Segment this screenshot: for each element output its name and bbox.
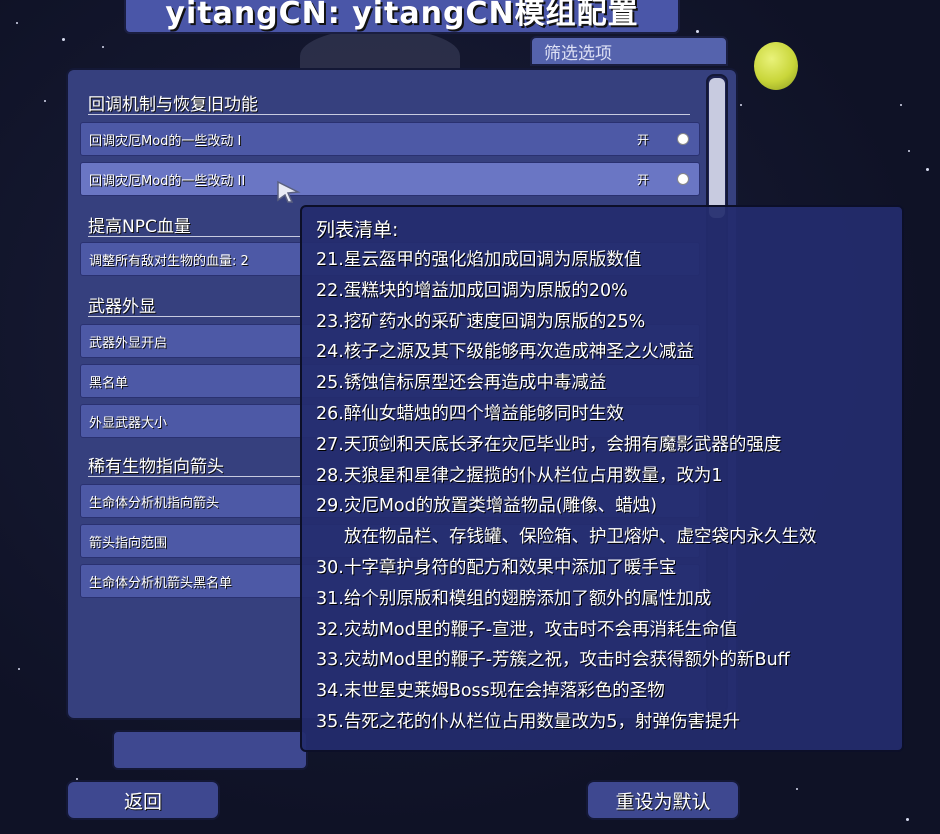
tooltip-panel: 列表清单: 21.星云盔甲的强化焰加成回调为原版数值 22.蛋糕块的增益加成回调… [300,205,904,752]
star [740,104,742,106]
back-button[interactable]: 返回 [66,780,220,820]
star [926,168,929,171]
star [16,22,18,24]
star [102,46,104,48]
star [796,788,798,790]
window-title: yitangCN: yitangCN模组配置 [165,0,639,31]
reset-default-button[interactable]: 重设为默认 [586,780,740,820]
tooltip-line: 25.锈蚀信标原型还会再造成中毒减益 [316,373,607,394]
option-label: 生命体分析机指向箭头 [89,495,220,511]
option-label: 外显武器大小 [89,415,168,431]
section-divider [88,476,300,477]
option-calamity-revert-2[interactable]: 回调灾厄Mod的一些改动 II 开 [80,162,700,196]
option-label: 武器外显开启 [89,335,168,351]
filter-options-label: 筛选选项 [544,43,612,64]
toggle-state-label: 开 [636,132,649,147]
option-label: 回调灾厄Mod的一些改动 II [89,173,246,189]
tooltip-line: 34.末世星史莱姆Boss现在会掉落彩色的圣物 [316,681,665,702]
tooltip-line: 28.天狼星和星律之握揽的仆从栏位占用数量，改为1 [316,465,723,486]
tooltip-line: 30.十字章护身符的配方和效果中添加了暖手宝 [316,557,677,578]
section-divider [88,316,300,317]
scrollbar-thumb[interactable] [709,78,725,218]
tooltip-line: 35.告死之花的仆从栏位占用数量改为5，射弹伤害提升 [316,711,740,732]
hidden-bottom-button[interactable] [112,730,308,770]
tooltip-line: 29.灾厄Mod的放置类增益物品(雕像、蜡烛) [316,496,657,517]
toggle-dot-icon[interactable] [677,133,689,145]
option-label: 箭头指向范围 [89,535,168,551]
tooltip-line: 放在物品栏、存钱罐、保险箱、护卫熔炉、虚空袋内永久生效 [344,527,817,548]
back-button-label: 返回 [123,790,162,813]
tooltip-title: 列表清单: [316,219,399,241]
option-label: 黑名单 [89,375,129,391]
section-header-weapon-display: 武器外显 [88,297,156,317]
star [908,150,910,152]
section-divider [88,114,690,115]
star [906,818,909,821]
option-label: 调整所有敌对生物的血量: 2 [89,253,249,269]
option-calamity-revert-1[interactable]: 回调灾厄Mod的一些改动 I 开 [80,122,700,156]
tooltip-line: 22.蛋糕块的增益加成回调为原版的20% [316,280,628,301]
filter-options-tab[interactable]: 筛选选项 [530,36,728,66]
option-label: 回调灾厄Mod的一些改动 I [89,133,242,149]
star [696,30,699,33]
star [44,100,46,102]
tooltip-line: 21.星云盔甲的强化焰加成回调为原版数值 [316,250,642,270]
tooltip-line: 31.给个别原版和模组的翅膀添加了额外的属性加成 [316,588,712,609]
title-banner: yitangCN: yitangCN模组配置 [124,0,680,34]
star [62,38,65,41]
reset-button-label: 重设为默认 [615,790,711,813]
toggle-dot-icon[interactable] [677,173,689,185]
section-divider [88,236,300,237]
toggle-state-label: 开 [636,172,649,187]
tooltip-line: 24.核子之源及其下级能够再次造成神圣之火减益 [316,342,694,363]
tooltip-line: 33.灾劫Mod里的鞭子-芳簇之祝，攻击时会获得额外的新Buff [316,650,790,671]
section-header-rare-creature-arrow: 稀有生物指向箭头 [88,457,224,477]
tooltip-line: 26.醉仙女蜡烛的四个增益能够同时生效 [316,403,624,424]
option-label: 生命体分析机箭头黑名单 [89,575,233,591]
tooltip-line: 23.挖矿药水的采矿速度回调为原版的25% [316,311,646,332]
star [900,104,902,106]
tooltip-line: 32.灾劫Mod里的鞭子-宣泄，攻击时不会再消耗生命值 [316,619,738,640]
planet-icon [754,42,798,90]
mouse-cursor-icon [277,180,301,203]
section-header-npc-health: 提高NPC血量 [88,217,191,237]
section-header-callback: 回调机制与恢复旧功能 [88,95,258,115]
star [18,668,20,670]
tooltip-line: 27.天顶剑和天底长矛在灾厄毕业时，会拥有魔影武器的强度 [316,434,782,455]
